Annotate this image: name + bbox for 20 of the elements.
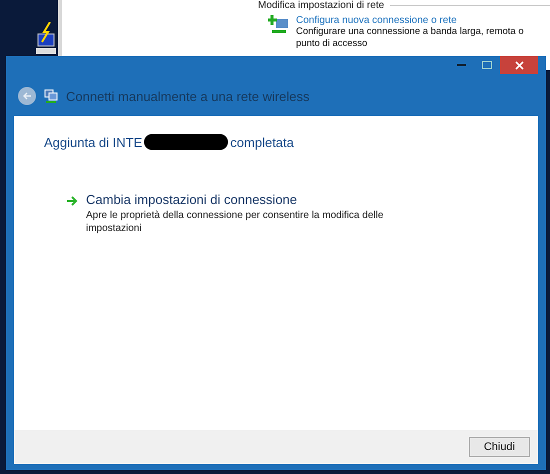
task-description: Configurare una connessione a banda larga, remota o [296,26,524,38]
section-title: Modifica impostazioni di rete [258,0,384,11]
window-title: Connetti manualmente a una rete wireless [66,88,310,104]
close-button[interactable] [500,56,538,74]
minimize-icon [456,64,466,66]
heading-text: Aggiunta di INTE [44,134,142,150]
maximize-icon [482,61,492,69]
close-icon [514,60,524,70]
heading-text: completata [230,134,294,150]
back-arrow-icon [22,92,32,100]
task-description: punto di accesso [296,38,368,50]
option-description: Apre le proprietà della connessione per consentire la modifica delle impostazioni [86,209,384,235]
back-button[interactable] [18,87,36,105]
setup-connection-link[interactable]: Configura nuova connessione o rete [296,15,524,26]
network-add-icon [268,15,290,35]
close-dialog-button[interactable]: Chiudi [468,437,530,457]
network-computer-icon [36,22,56,56]
network-icon [44,89,58,103]
change-settings-link[interactable]: Cambia impostazioni di connessione [86,192,426,207]
arrow-icon [66,196,78,206]
